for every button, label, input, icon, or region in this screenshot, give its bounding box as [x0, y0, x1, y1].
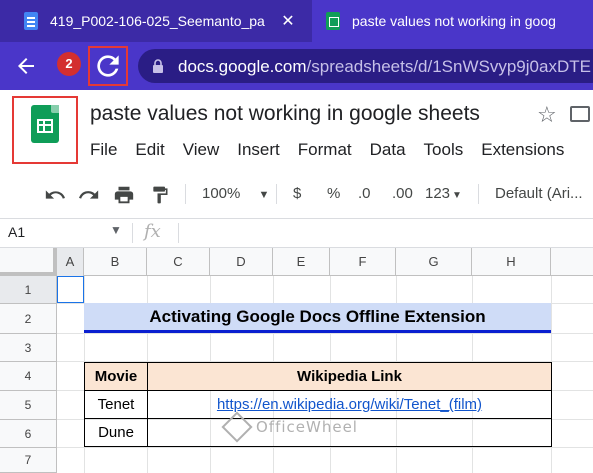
- url-path: /spreadsheets/d/1SnWSvyp9j0axDTE: [306, 57, 591, 76]
- column-header-row: A B C D E F G H: [0, 248, 593, 276]
- selected-cell-a1[interactable]: [57, 276, 84, 303]
- menu-bar: File Edit View Insert Format Data Tools …: [90, 140, 582, 162]
- column-header[interactable]: D: [210, 248, 273, 276]
- row-header[interactable]: 4: [0, 362, 57, 391]
- chevron-down-icon: ▼: [258, 189, 270, 201]
- menu-view[interactable]: View: [183, 140, 220, 162]
- menu-tools[interactable]: Tools: [424, 140, 464, 162]
- undo-icon[interactable]: [44, 182, 66, 206]
- docs-icon: [24, 12, 38, 30]
- more-formats-button[interactable]: 123 ▼: [425, 182, 462, 206]
- sheets-toolbar: 100% ▼ $ % .0 .00 123 ▼ Default (Ari...: [0, 170, 593, 218]
- move-folder-icon[interactable]: [570, 106, 590, 122]
- formula-divider: [132, 223, 133, 243]
- tab-title: 419_P002-106-025_Seemanto_pa: [50, 13, 265, 29]
- table-cell[interactable]: Tenet: [84, 390, 148, 419]
- table-row: Tenet https://en.wikipedia.org/wiki/Tene…: [84, 390, 552, 419]
- sheets-logo-icon[interactable]: [31, 105, 59, 143]
- sheet-banner-title[interactable]: Activating Google Docs Offline Extension: [84, 303, 551, 333]
- toolbar-divider: [478, 184, 479, 204]
- row-header[interactable]: 6: [0, 420, 57, 448]
- table-cell[interactable]: Dune: [84, 418, 148, 447]
- formula-bar: A1 ▼ fx: [0, 218, 593, 248]
- column-header[interactable]: A: [57, 248, 84, 276]
- decrease-decimal-button[interactable]: .0: [358, 182, 371, 206]
- toolbar-divider: [185, 184, 186, 204]
- wikipedia-link[interactable]: https://en.wikipedia.org/wiki/Tenet_(fil…: [147, 390, 552, 419]
- increase-decimal-button[interactable]: .00: [392, 182, 413, 206]
- browser-tab-sheets[interactable]: paste values not working in goog: [312, 0, 593, 42]
- row-header[interactable]: 5: [0, 391, 57, 420]
- redo-icon[interactable]: [78, 182, 100, 206]
- browser-toolbar: docs.google.com/spreadsheets/d/1SnWSvyp9…: [0, 42, 593, 90]
- menu-data[interactable]: Data: [370, 140, 406, 162]
- decrease-decimal-label: .0: [358, 185, 371, 202]
- zoom-value: 100%: [202, 185, 241, 202]
- column-header[interactable]: B: [84, 248, 147, 276]
- table-header-cell[interactable]: Wikipedia Link: [147, 362, 552, 391]
- reload-highlight-box: [88, 46, 128, 86]
- zoom-select[interactable]: 100% ▼: [202, 182, 269, 206]
- document-title[interactable]: paste values not working in google sheet…: [90, 102, 480, 126]
- formula-divider: [178, 223, 179, 243]
- fx-icon: fx: [144, 221, 161, 242]
- menu-format[interactable]: Format: [298, 140, 352, 162]
- spreadsheet-grid[interactable]: A B C D E F G H 1 2 3 4 5 6 7 Activating…: [0, 248, 593, 473]
- name-box[interactable]: A1: [8, 224, 25, 240]
- column-header[interactable]: F: [330, 248, 396, 276]
- url-host: docs.google.com: [178, 57, 307, 76]
- sheets-icon: [326, 12, 340, 30]
- row-header[interactable]: 1: [0, 276, 57, 304]
- column-header[interactable]: C: [147, 248, 210, 276]
- sheets-header: paste values not working in google sheet…: [0, 90, 593, 170]
- chevron-down-icon: ▼: [452, 190, 462, 201]
- menu-edit[interactable]: Edit: [135, 140, 164, 162]
- watermark: OfficeWheel: [256, 418, 358, 436]
- font-select[interactable]: Default (Ari...: [495, 182, 583, 206]
- select-all-corner[interactable]: [0, 248, 57, 276]
- grid-line: [57, 333, 593, 334]
- row-header[interactable]: 3: [0, 334, 57, 362]
- column-header[interactable]: G: [396, 248, 472, 276]
- browser-tab-docs[interactable]: 419_P002-106-025_Seemanto_pa ✕: [0, 0, 312, 42]
- star-icon[interactable]: ☆: [537, 102, 557, 128]
- paint-format-icon[interactable]: [150, 182, 170, 206]
- screen: 419_P002-106-025_Seemanto_pa ✕ paste val…: [0, 0, 593, 473]
- increase-decimal-label: .00: [392, 185, 413, 202]
- grid-line: [57, 447, 593, 448]
- url-text: docs.google.com/spreadsheets/d/1SnWSvyp9…: [178, 57, 591, 77]
- menu-file[interactable]: File: [90, 140, 117, 162]
- tab-title: paste values not working in goog: [352, 13, 556, 29]
- row-header[interactable]: 7: [0, 448, 57, 473]
- table-row: Movie Wikipedia Link: [84, 362, 552, 391]
- menu-extensions[interactable]: Extensions: [481, 140, 564, 162]
- column-header[interactable]: E: [273, 248, 330, 276]
- more-formats-label: 123: [425, 185, 451, 202]
- address-bar[interactable]: docs.google.com/spreadsheets/d/1SnWSvyp9…: [138, 49, 593, 83]
- back-arrow-icon[interactable]: [14, 54, 38, 78]
- browser-tab-strip: 419_P002-106-025_Seemanto_pa ✕ paste val…: [0, 0, 593, 42]
- currency-format-button[interactable]: $: [293, 182, 301, 206]
- lock-icon: [152, 59, 164, 73]
- toolbar-divider: [276, 184, 277, 204]
- table-header-cell[interactable]: Movie: [84, 362, 148, 391]
- column-header[interactable]: H: [472, 248, 551, 276]
- menu-insert[interactable]: Insert: [237, 140, 280, 162]
- close-icon[interactable]: ✕: [278, 11, 298, 31]
- row-header[interactable]: 2: [0, 304, 57, 334]
- print-icon[interactable]: [113, 182, 135, 206]
- chevron-down-icon[interactable]: ▼: [110, 223, 122, 237]
- percent-format-button[interactable]: %: [327, 182, 340, 206]
- logo-highlight-box: [12, 96, 78, 164]
- step-badge-2: 2: [57, 52, 81, 76]
